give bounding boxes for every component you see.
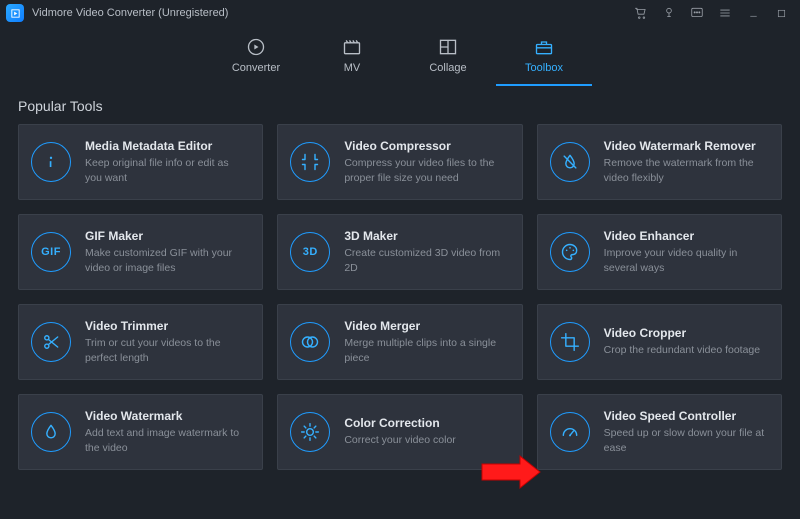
tool-title: Video Enhancer xyxy=(604,229,767,243)
tool-title: 3D Maker xyxy=(344,229,507,243)
app-title: Vidmore Video Converter (Unregistered) xyxy=(32,7,228,19)
crop-icon xyxy=(550,322,590,362)
gauge-icon xyxy=(550,412,590,452)
tool-desc: Speed up or slow down your file at ease xyxy=(604,426,767,454)
title-bar: Vidmore Video Converter (Unregistered) xyxy=(0,0,800,26)
tool-title: Video Speed Controller xyxy=(604,409,767,423)
tool-desc: Remove the watermark from the video flex… xyxy=(604,156,767,184)
minimize-icon[interactable] xyxy=(742,2,764,24)
tool-desc: Crop the redundant video footage xyxy=(604,343,767,357)
tab-label: MV xyxy=(344,62,361,74)
tab-toolbox[interactable]: Toolbox xyxy=(496,30,592,86)
tab-mv[interactable]: MV xyxy=(304,30,400,86)
section-title: Popular Tools xyxy=(18,98,782,114)
tool-video-watermark[interactable]: Video Watermark Add text and image water… xyxy=(18,394,263,470)
tool-watermark-remover[interactable]: Video Watermark Remover Remove the water… xyxy=(537,124,782,200)
tool-title: Video Watermark Remover xyxy=(604,139,767,153)
tool-grid: Media Metadata Editor Keep original file… xyxy=(18,124,782,470)
cart-icon[interactable] xyxy=(630,2,652,24)
tool-video-merger[interactable]: Video Merger Merge multiple clips into a… xyxy=(277,304,522,380)
tool-desc: Trim or cut your videos to the perfect l… xyxy=(85,336,248,364)
tool-desc: Correct your video color xyxy=(344,433,507,447)
tool-desc: Compress your video files to the proper … xyxy=(344,156,507,184)
tab-collage[interactable]: Collage xyxy=(400,30,496,86)
info-icon xyxy=(31,142,71,182)
water-icon xyxy=(31,412,71,452)
primary-nav: Converter MV Collage Toolbox xyxy=(0,26,800,86)
tab-label: Toolbox xyxy=(525,62,563,74)
maximize-icon[interactable] xyxy=(770,2,792,24)
feedback-icon[interactable] xyxy=(686,2,708,24)
tool-desc: Merge multiple clips into a single piece xyxy=(344,336,507,364)
tool-video-enhancer[interactable]: Video Enhancer Improve your video qualit… xyxy=(537,214,782,290)
tool-title: Video Cropper xyxy=(604,326,767,340)
tool-title: Video Compressor xyxy=(344,139,507,153)
tool-title: GIF Maker xyxy=(85,229,248,243)
toolbox-icon xyxy=(496,36,592,58)
tool-media-metadata-editor[interactable]: Media Metadata Editor Keep original file… xyxy=(18,124,263,200)
gif-icon: GIF xyxy=(31,232,71,272)
content-area: Popular Tools Media Metadata Editor Keep… xyxy=(0,86,800,470)
tool-video-compressor[interactable]: Video Compressor Compress your video fil… xyxy=(277,124,522,200)
menu-icon[interactable] xyxy=(714,2,736,24)
mv-icon xyxy=(304,36,400,58)
app-logo xyxy=(6,4,24,22)
tool-desc: Keep original file info or edit as you w… xyxy=(85,156,248,184)
tool-desc: Create customized 3D video from 2D xyxy=(344,246,507,274)
collage-icon xyxy=(400,36,496,58)
compress-icon xyxy=(290,142,330,182)
tool-color-correction[interactable]: Color Correction Correct your video colo… xyxy=(277,394,522,470)
no-water-icon xyxy=(550,142,590,182)
scissors-icon xyxy=(31,322,71,362)
tool-desc: Improve your video quality in several wa… xyxy=(604,246,767,274)
tool-3d-maker[interactable]: 3D 3D Maker Create customized 3D video f… xyxy=(277,214,522,290)
tool-title: Video Merger xyxy=(344,319,507,333)
converter-icon xyxy=(208,36,304,58)
tool-title: Media Metadata Editor xyxy=(85,139,248,153)
palette-icon xyxy=(550,232,590,272)
merge-icon xyxy=(290,322,330,362)
gif-text: GIF xyxy=(41,246,61,258)
register-icon[interactable] xyxy=(658,2,680,24)
tool-title: Video Watermark xyxy=(85,409,248,423)
tool-gif-maker[interactable]: GIF GIF Maker Make customized GIF with y… xyxy=(18,214,263,290)
tool-title: Color Correction xyxy=(344,416,507,430)
tool-video-cropper[interactable]: Video Cropper Crop the redundant video f… xyxy=(537,304,782,380)
tool-video-speed-controller[interactable]: Video Speed Controller Speed up or slow … xyxy=(537,394,782,470)
tab-label: Collage xyxy=(429,62,466,74)
tool-video-trimmer[interactable]: Video Trimmer Trim or cut your videos to… xyxy=(18,304,263,380)
3d-text: 3D xyxy=(303,246,318,258)
tool-desc: Add text and image watermark to the vide… xyxy=(85,426,248,454)
tool-desc: Make customized GIF with your video or i… xyxy=(85,246,248,274)
3d-icon: 3D xyxy=(290,232,330,272)
brightness-icon xyxy=(290,412,330,452)
tool-title: Video Trimmer xyxy=(85,319,248,333)
tab-converter[interactable]: Converter xyxy=(208,30,304,86)
tab-label: Converter xyxy=(232,62,280,74)
